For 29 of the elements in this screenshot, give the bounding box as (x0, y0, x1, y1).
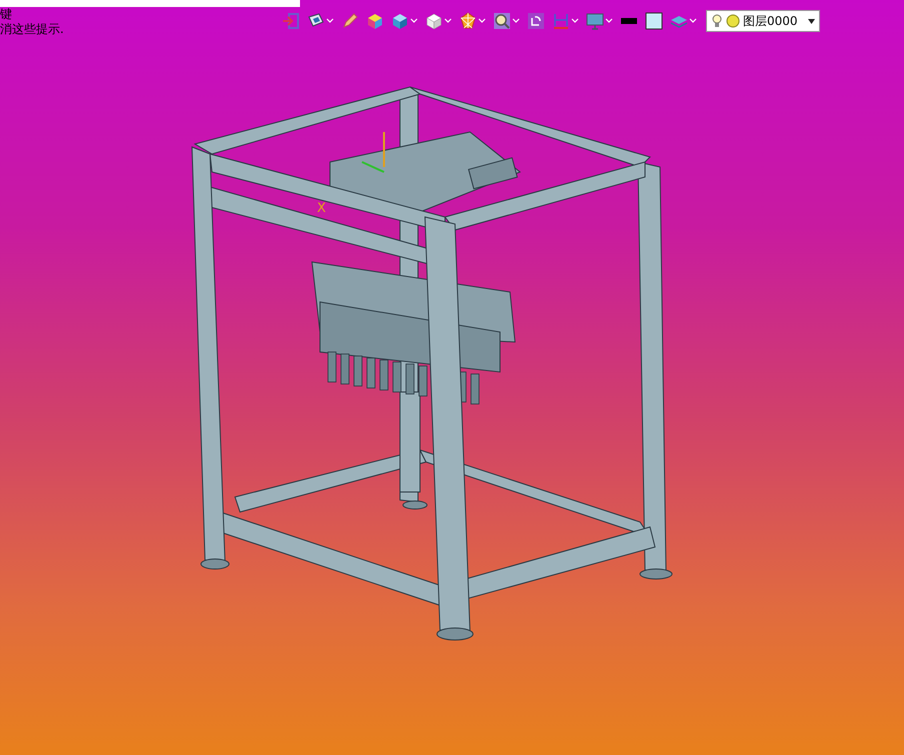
dimension-icon (552, 12, 570, 30)
caret-icon (410, 18, 418, 24)
caret-icon (326, 18, 334, 24)
cube-icon (425, 12, 443, 30)
toolbar-button[interactable] (491, 10, 522, 32)
pencil-icon (341, 12, 359, 30)
toolbar-button[interactable] (525, 10, 547, 32)
cube-icon (391, 12, 409, 30)
hint-text: 消这些提示. (0, 22, 64, 37)
caret-icon (689, 18, 697, 24)
caret-icon (605, 18, 613, 24)
rotate-icon (527, 12, 545, 30)
caret-icon (512, 18, 520, 24)
caret-icon (808, 18, 815, 24)
circle-icon (726, 14, 740, 28)
caret-icon (571, 18, 579, 24)
caret-icon (444, 18, 452, 24)
hint-text: 键 (0, 7, 12, 22)
search-icon (493, 12, 511, 30)
caret-icon (478, 18, 486, 24)
fill-color-icon (645, 12, 663, 30)
layer-dropdown[interactable]: 图层0000 (706, 10, 820, 32)
exit-icon (282, 12, 300, 30)
cube-icon (366, 12, 384, 30)
axis-label: X (317, 200, 326, 218)
monitor-icon (586, 12, 604, 30)
toolbar-button[interactable] (643, 10, 665, 32)
polygon-icon (459, 12, 477, 30)
lightbulb-icon (711, 14, 723, 28)
